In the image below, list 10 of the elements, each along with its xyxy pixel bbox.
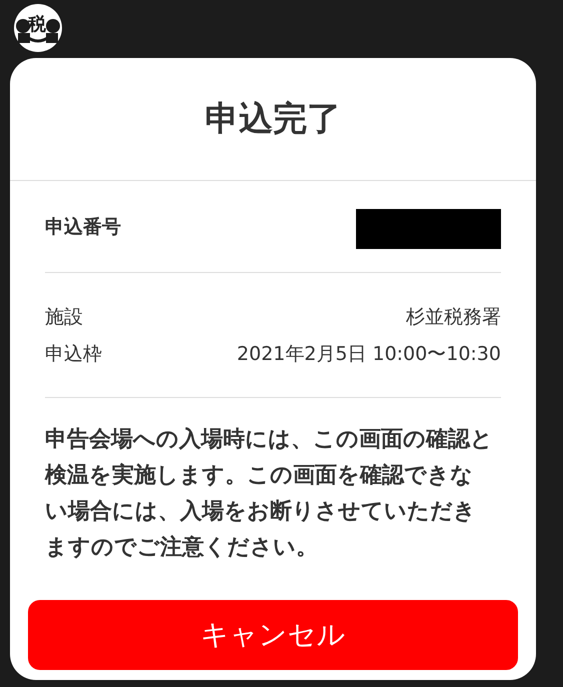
field-label: 申込番号 xyxy=(45,214,121,240)
field-label: 施設 xyxy=(45,305,83,330)
logo-text: 税 xyxy=(28,15,46,35)
field-value: 杉並税務署 xyxy=(406,305,501,330)
people-icon xyxy=(13,3,63,53)
field-label: 申込枠 xyxy=(45,342,102,367)
dialog-title: 申込完了 xyxy=(10,58,536,181)
field-value: 2021年2月5日 10:00〜10:30 xyxy=(236,342,501,367)
notice-text: 申告会場への入場時には、この画面の確認と検温を実施します。この画面を確認できない場合には、入場をお断りさせていただきますのでご注意ください。 xyxy=(45,426,494,562)
cancel-button[interactable]: キャンセル xyxy=(28,600,518,670)
